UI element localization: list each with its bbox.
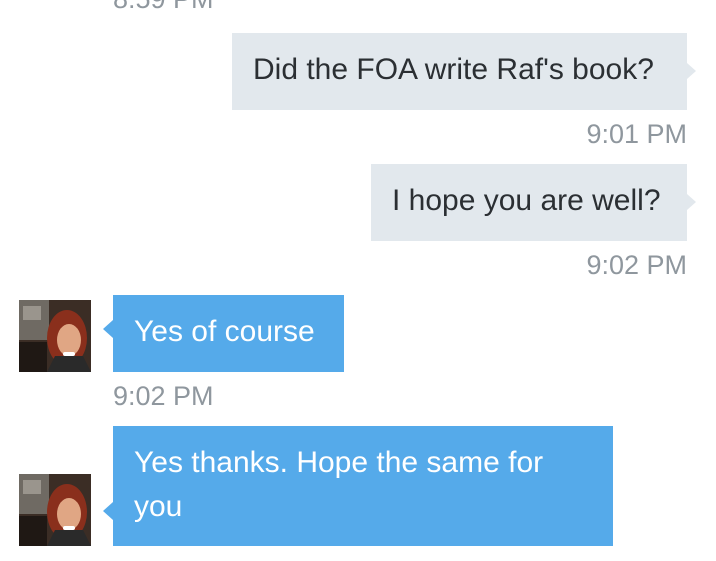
outgoing-message-bubble[interactable]: I hope you are well? <box>371 164 687 241</box>
bubble-tail <box>687 63 696 79</box>
message-timestamp: 9:01 PM <box>586 119 687 149</box>
message-text: Did the FOA write Raf's book? <box>253 53 654 86</box>
message-text: Yes thanks. Hope the same for you <box>134 446 544 523</box>
message-text: I hope you are well? <box>392 184 661 217</box>
bubble-tail <box>103 502 113 520</box>
contact-avatar[interactable] <box>19 474 91 546</box>
outgoing-message-bubble[interactable]: Did the FOA write Raf's book? <box>232 33 687 110</box>
bubble-tail <box>103 320 113 338</box>
incoming-message-bubble[interactable]: Yes thanks. Hope the same for you <box>113 426 613 546</box>
incoming-message-bubble[interactable]: Yes of course <box>113 295 344 372</box>
avatar-photo-woman <box>19 474 91 546</box>
message-text: Yes of course <box>134 315 315 348</box>
message-timestamp: 8:59 PM <box>113 0 214 14</box>
message-timestamp: 9:02 PM <box>113 381 214 411</box>
avatar-photo-woman <box>19 300 91 372</box>
conversation-view[interactable]: 8:59 PM Did the FOA write Raf's book? 9:… <box>0 0 716 561</box>
contact-avatar[interactable] <box>19 300 91 372</box>
bubble-tail <box>687 194 696 210</box>
message-timestamp: 9:02 PM <box>586 250 687 280</box>
